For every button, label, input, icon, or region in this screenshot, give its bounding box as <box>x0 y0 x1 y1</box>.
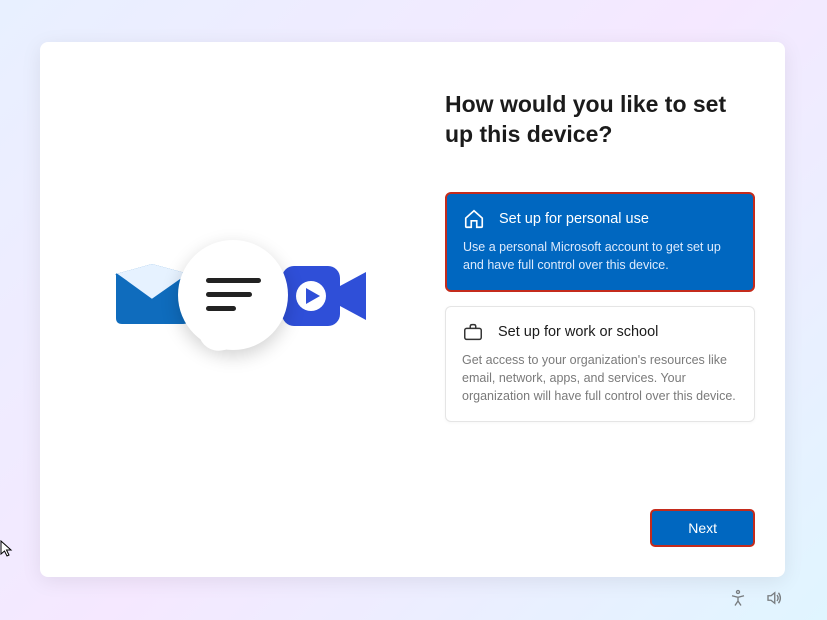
chat-lines <box>206 278 261 311</box>
option-work-description: Get access to your organization's resour… <box>462 351 738 405</box>
page-title: How would you like to set up this device… <box>445 90 755 150</box>
illustration-pane <box>40 42 440 577</box>
footer: Next <box>445 509 755 547</box>
setup-illustration <box>110 240 370 380</box>
content-pane: How would you like to set up this device… <box>440 42 785 577</box>
option-work-title: Set up for work or school <box>498 324 658 340</box>
setup-window: How would you like to set up this device… <box>40 42 785 577</box>
option-work-school[interactable]: Set up for work or school Get access to … <box>445 306 755 422</box>
video-camera-icon <box>278 258 370 336</box>
option-personal-description: Use a personal Microsoft account to get … <box>463 238 737 274</box>
volume-icon[interactable] <box>765 589 783 612</box>
briefcase-icon <box>462 321 484 343</box>
next-button[interactable]: Next <box>650 509 755 547</box>
mouse-cursor <box>0 540 14 558</box>
accessibility-icon[interactable] <box>729 589 747 612</box>
chat-bubble-icon <box>178 240 288 350</box>
option-personal-title: Set up for personal use <box>499 211 649 227</box>
home-icon <box>463 208 485 230</box>
option-personal-use[interactable]: Set up for personal use Use a personal M… <box>445 192 755 292</box>
system-tray <box>729 589 783 612</box>
